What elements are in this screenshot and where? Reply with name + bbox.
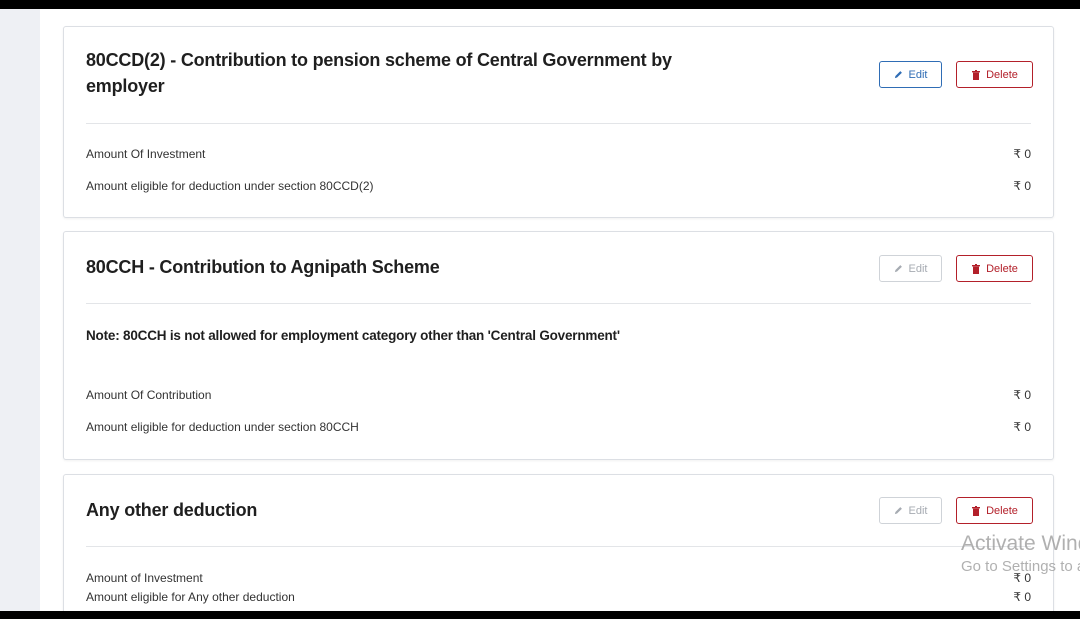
edit-label: Edit xyxy=(908,68,928,81)
row-value: ₹ 0 xyxy=(1013,147,1031,161)
delete-button[interactable]: Delete xyxy=(956,497,1033,524)
card-80ccd2: 80CCD(2) - Contribution to pension schem… xyxy=(63,26,1054,218)
edit-button[interactable]: Edit xyxy=(879,255,942,282)
edit-label: Edit xyxy=(908,262,928,275)
detail-row: Amount eligible for Any other deduction … xyxy=(86,590,1031,604)
row-value: ₹ 0 xyxy=(1013,590,1031,604)
detail-row: Amount eligible for deduction under sect… xyxy=(86,179,1031,193)
trash-icon xyxy=(971,505,981,516)
edit-button[interactable]: Edit xyxy=(879,497,942,524)
divider xyxy=(86,123,1031,124)
deductions-content: 80CCD(2) - Contribution to pension schem… xyxy=(40,9,1080,611)
pencil-icon xyxy=(894,506,904,516)
delete-label: Delete xyxy=(986,68,1018,81)
row-label: Amount eligible for deduction under sect… xyxy=(86,179,374,193)
pencil-icon xyxy=(894,70,904,80)
row-label: Amount Of Contribution xyxy=(86,388,212,402)
delete-button[interactable]: Delete xyxy=(956,61,1033,88)
row-value: ₹ 0 xyxy=(1013,420,1031,434)
card-title: 80CCD(2) - Contribution to pension schem… xyxy=(86,50,672,96)
card-80cch: 80CCH - Contribution to Agnipath Scheme … xyxy=(63,231,1054,460)
row-label: Amount eligible for deduction under sect… xyxy=(86,420,359,434)
divider xyxy=(86,546,1031,547)
left-sidebar-rail xyxy=(0,9,40,611)
detail-row: Amount Of Contribution ₹ 0 xyxy=(86,388,1031,402)
card-title: 80CCH - Contribution to Agnipath Scheme xyxy=(86,257,440,277)
detail-row: Amount of Investment ₹ 0 xyxy=(86,571,1031,585)
trash-icon xyxy=(971,263,981,274)
trash-icon xyxy=(971,69,981,80)
divider xyxy=(86,303,1031,304)
row-label: Amount eligible for Any other deduction xyxy=(86,590,295,604)
card-title: Any other deduction xyxy=(86,500,258,520)
row-label: Amount of Investment xyxy=(86,571,203,585)
card-any-other-deduction: Any other deduction Edit Delete Amount o… xyxy=(63,474,1054,611)
row-value: ₹ 0 xyxy=(1013,179,1031,193)
pencil-icon xyxy=(894,264,904,274)
detail-row: Amount Of Investment ₹ 0 xyxy=(86,147,1031,161)
delete-label: Delete xyxy=(986,262,1018,275)
eligibility-note: Note: 80CCH is not allowed for employmen… xyxy=(86,328,620,343)
page-viewport: 80CCD(2) - Contribution to pension schem… xyxy=(0,9,1080,611)
edit-button[interactable]: Edit xyxy=(879,61,942,88)
row-value: ₹ 0 xyxy=(1013,388,1031,402)
row-label: Amount Of Investment xyxy=(86,147,206,161)
edit-label: Edit xyxy=(908,504,928,517)
row-value: ₹ 0 xyxy=(1013,571,1031,585)
detail-row: Amount eligible for deduction under sect… xyxy=(86,420,1031,434)
delete-label: Delete xyxy=(986,504,1018,517)
delete-button[interactable]: Delete xyxy=(956,255,1033,282)
